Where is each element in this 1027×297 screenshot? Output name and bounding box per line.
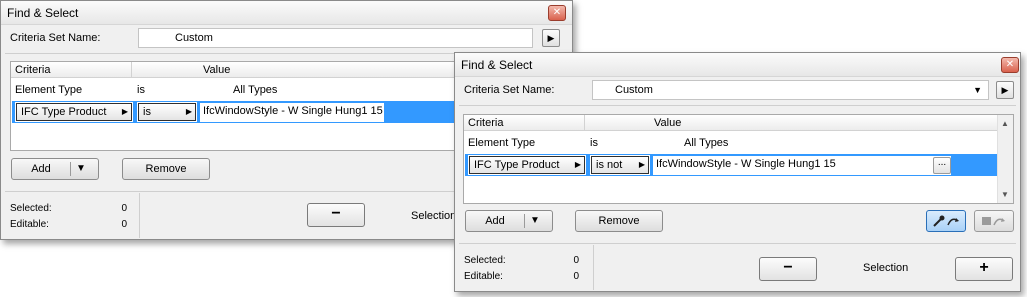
criteria-set-value: Custom [175, 32, 213, 44]
value-cell: All Types [233, 84, 278, 96]
divider [459, 243, 1016, 244]
close-button[interactable]: ✕ [1001, 57, 1019, 73]
column-header-criteria[interactable]: Criteria [468, 117, 503, 129]
selection-label: Selection [863, 262, 909, 274]
criteria-set-menu-button[interactable]: ▶ [542, 29, 560, 47]
column-header-criteria[interactable]: Criteria [15, 64, 50, 76]
criteria-dropdown[interactable]: IFC Type Product ▶ [468, 155, 586, 175]
editable-count: 0 [573, 271, 579, 282]
triangle-right-icon: ▶ [638, 160, 645, 169]
editable-count: 0 [121, 219, 127, 230]
find-select-dialog-front: Find & Select ✕ Criteria Set Name: Custo… [454, 52, 1021, 292]
pick-parameters-button[interactable] [926, 210, 966, 232]
divider [139, 193, 140, 238]
add-to-selection-button[interactable]: + [955, 257, 1013, 281]
dropdown-arrow-icon[interactable]: ▼ [530, 211, 540, 231]
criteria-cell: Element Type [468, 137, 536, 149]
triangle-right-icon: ▶ [121, 107, 128, 116]
title-bar[interactable]: Find & Select ✕ [455, 53, 1020, 77]
title-bar[interactable]: Find & Select ✕ [1, 1, 572, 25]
dropdown-arrow-icon[interactable]: ▼ [973, 85, 982, 95]
browse-button[interactable]: ... [933, 157, 951, 174]
operator-dropdown[interactable]: is ▶ [137, 102, 197, 122]
editable-label: Editable: [10, 219, 49, 230]
value-field[interactable]: IfcWindowStyle - W Single Hung1 15 [200, 103, 384, 122]
close-button[interactable]: ✕ [548, 5, 566, 21]
triangle-right-icon: ▶ [185, 107, 192, 116]
add-button[interactable]: Add ▼ [465, 210, 553, 232]
criteria-set-combo[interactable]: Custom [138, 28, 533, 48]
criteria-row-selected[interactable]: IFC Type Product ▶ is not ▶ IfcWindowSty… [465, 154, 997, 176]
divider [593, 245, 594, 290]
remove-button[interactable]: Remove [575, 210, 663, 232]
criteria-set-combo[interactable]: Custom ▼ [592, 80, 989, 100]
transfer-icon [982, 217, 1005, 226]
criteria-set-label: Criteria Set Name: [10, 32, 101, 44]
triangle-right-icon: ▶ [574, 160, 581, 169]
dialog-title: Find & Select [461, 58, 533, 72]
criteria-set-label: Criteria Set Name: [464, 84, 555, 96]
remove-from-selection-button[interactable]: − [759, 257, 817, 281]
criteria-set-value: Custom [615, 84, 653, 96]
selected-label: Selected: [10, 203, 52, 214]
selected-label: Selected: [464, 255, 506, 266]
eyedropper-icon [933, 215, 959, 227]
remove-button[interactable]: Remove [122, 158, 210, 180]
remove-from-selection-button[interactable]: − [307, 203, 365, 227]
operator-cell: is [590, 137, 598, 149]
triangle-right-icon: ▶ [1001, 85, 1009, 95]
column-header-value[interactable]: Value [203, 64, 230, 76]
transfer-parameters-button[interactable] [974, 210, 1014, 232]
add-button[interactable]: Add ▼ [11, 158, 99, 180]
grid-header: Criteria Value [464, 115, 997, 131]
criteria-set-menu-button[interactable]: ▶ [996, 81, 1014, 99]
operator-cell: is [137, 84, 145, 96]
selected-count: 0 [121, 203, 127, 214]
scroll-down-icon[interactable]: ▼ [1001, 190, 1009, 199]
selected-count: 0 [573, 255, 579, 266]
divider [459, 105, 1016, 106]
dialog-title: Find & Select [7, 6, 79, 20]
dropdown-arrow-icon[interactable]: ▼ [76, 159, 86, 179]
value-field[interactable]: IfcWindowStyle - W Single Hung1 15 [653, 156, 951, 175]
scroll-up-icon[interactable]: ▲ [1001, 119, 1009, 128]
criteria-cell: Element Type [15, 84, 83, 96]
selection-label: Selection [411, 210, 457, 222]
column-header-value[interactable]: Value [654, 117, 681, 129]
editable-label: Editable: [464, 271, 503, 282]
triangle-right-icon: ▶ [547, 33, 555, 43]
criteria-grid: Criteria Value Element Type is All Types… [463, 114, 1014, 204]
value-cell: All Types [684, 137, 729, 149]
grid-scrollbar[interactable]: ▲ ▼ [997, 115, 1013, 203]
operator-dropdown[interactable]: is not ▶ [590, 155, 650, 175]
criteria-dropdown[interactable]: IFC Type Product ▶ [15, 102, 133, 122]
